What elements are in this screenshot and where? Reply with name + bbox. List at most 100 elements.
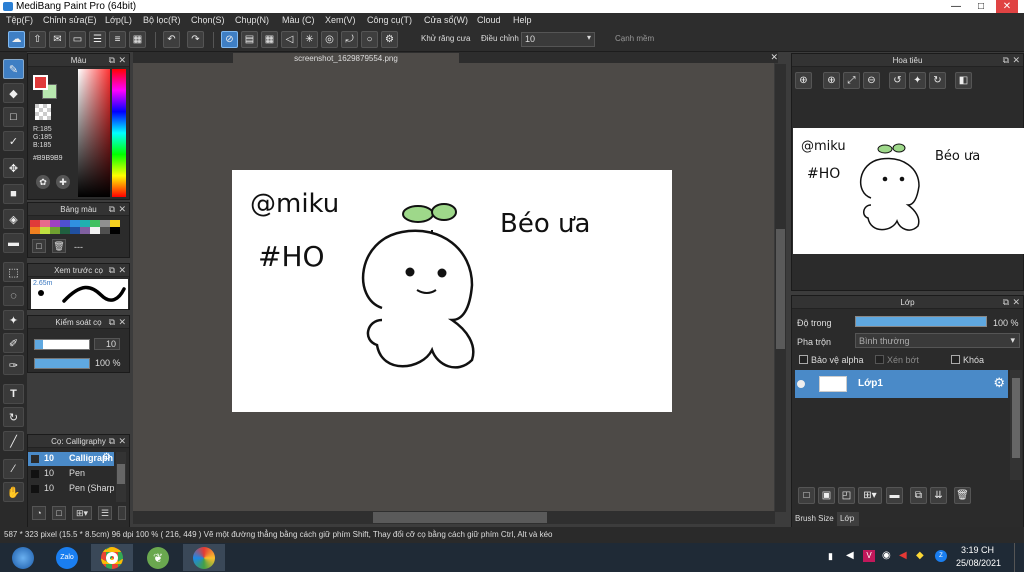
taskbar-app[interactable]: ❦ — [137, 544, 179, 571]
layer-scrollbar[interactable] — [1010, 370, 1022, 480]
brush-list-trash-icon[interactable] — [118, 506, 126, 520]
menu-file[interactable]: Tệp(F) — [6, 13, 33, 28]
brush-item-pen[interactable]: 10 Pen — [28, 467, 114, 481]
move-tool-icon[interactable]: ✥ — [3, 158, 24, 178]
menu-filter[interactable]: Bộ lọc(R) — [143, 13, 181, 28]
brush-opacity-slider[interactable] — [34, 358, 90, 369]
document-icon[interactable]: ☰ — [89, 31, 106, 48]
brush-settings-icon[interactable]: ◔ — [32, 506, 46, 520]
float-icon[interactable]: ⧉ — [109, 203, 115, 216]
close-icon[interactable]: ✕ — [118, 54, 126, 67]
no-snap-icon[interactable]: ⊘ — [221, 31, 238, 48]
brush-size-slider[interactable] — [34, 339, 90, 350]
brush-size-value[interactable]: 10 — [94, 338, 120, 350]
network-icon[interactable]: ◉ — [882, 550, 891, 561]
layer-opacity-slider[interactable] — [855, 316, 987, 327]
folder-icon[interactable]: ▬ — [886, 487, 903, 504]
blend-mode-select[interactable]: Bình thường ▾ — [855, 333, 1020, 348]
ring-snap-icon[interactable]: ○ — [361, 31, 378, 48]
curve-snap-icon[interactable]: ⤾ — [341, 31, 358, 48]
tray-shield-icon[interactable]: ◆ — [916, 550, 924, 561]
list-icon[interactable]: ≡ — [109, 31, 126, 48]
float-icon[interactable]: ⧉ — [109, 316, 115, 329]
close-icon[interactable]: ✕ — [118, 435, 126, 448]
redo-icon[interactable]: ↷ — [187, 31, 204, 48]
close-tab-icon[interactable]: ✕ — [770, 52, 778, 63]
brush-tool-icon[interactable]: ✎ — [3, 59, 24, 79]
clipping-checkbox[interactable] — [875, 355, 884, 364]
float-icon[interactable]: ⧉ — [109, 435, 115, 448]
palette-swatch[interactable] — [60, 227, 70, 234]
trash-icon[interactable]: 🗑 — [52, 239, 66, 253]
palette-swatch[interactable] — [40, 227, 50, 234]
zoom-out-icon[interactable]: ⊖ — [863, 72, 880, 89]
palette-swatch[interactable] — [90, 227, 100, 234]
zoom-in-2-icon[interactable]: ⊕ — [823, 72, 840, 89]
palette-swatch[interactable] — [60, 220, 70, 227]
bucket-tool-icon[interactable]: ◈ — [3, 209, 24, 229]
speaker-icon[interactable]: ◀ — [846, 550, 854, 561]
vertical-scrollbar[interactable] — [775, 64, 786, 512]
share-icon[interactable]: ⇧ — [29, 31, 46, 48]
delete-layer-icon[interactable]: 🗑 — [954, 487, 971, 504]
menu-help[interactable]: Help — [513, 13, 532, 28]
color-wheel-icon[interactable]: ✿ — [36, 175, 50, 189]
menu-capture[interactable]: Chụp(N) — [235, 13, 269, 28]
brush-list-menu-icon[interactable]: ☰ — [98, 506, 112, 520]
maximize-button[interactable]: □ — [970, 0, 992, 13]
palette-swatch[interactable] — [70, 220, 80, 227]
eyedropper-tool-icon[interactable]: ⁄ — [3, 459, 24, 479]
taskbar-zalo[interactable]: Zalo — [46, 544, 88, 571]
float-icon[interactable]: ⧉ — [109, 54, 115, 67]
horizontal-scrollbar[interactable] — [133, 511, 775, 524]
vanishing-snap-icon[interactable]: ◁ — [281, 31, 298, 48]
palette-swatch[interactable] — [100, 227, 110, 234]
cross-snap-icon[interactable]: ▦ — [261, 31, 278, 48]
close-icon[interactable]: ✕ — [118, 264, 126, 277]
radial-snap-icon[interactable]: ✳ — [301, 31, 318, 48]
lock-checkbox[interactable] — [951, 355, 960, 364]
menu-color[interactable]: Màu (C) — [282, 13, 315, 28]
comment-icon[interactable]: ✉ — [49, 31, 66, 48]
grid-icon[interactable]: ▦ — [129, 31, 146, 48]
reset-view-icon[interactable]: ✦ — [909, 72, 926, 89]
magic-wand-tool-icon[interactable]: ✦ — [3, 310, 24, 330]
correction-select[interactable]: 10 ▾ — [521, 32, 595, 47]
shape-tool-icon[interactable]: □ — [3, 107, 24, 127]
palette-swatch[interactable] — [50, 227, 60, 234]
menu-tools[interactable]: Công cụ(T) — [367, 13, 412, 28]
brush-list-scrollbar[interactable] — [116, 452, 126, 502]
main-color-swatch[interactable] — [33, 75, 48, 90]
menu-view[interactable]: Xem(V) — [325, 13, 356, 28]
float-icon[interactable]: ⧉ — [109, 264, 115, 277]
text-box-icon[interactable]: ▭ — [69, 31, 86, 48]
select-eraser-tool-icon[interactable]: ✑ — [3, 355, 24, 375]
palette-swatch[interactable] — [40, 220, 50, 227]
brush-item-pen-sharp[interactable]: 10 Pen (Sharp — [28, 482, 114, 496]
palette-swatch[interactable] — [110, 227, 120, 234]
palette-swatch[interactable] — [110, 220, 120, 227]
protect-alpha-checkbox[interactable] — [799, 355, 808, 364]
fit-icon[interactable]: ⤢ — [843, 72, 860, 89]
menu-cloud[interactable]: Cloud — [477, 13, 501, 28]
palette-swatch[interactable] — [80, 220, 90, 227]
add-brush-icon[interactable]: ⊞▾ — [72, 506, 92, 520]
show-desktop-button[interactable] — [1014, 543, 1024, 572]
palette-swatch[interactable] — [90, 220, 100, 227]
cloud-icon[interactable]: ☁ — [8, 31, 25, 48]
gear-icon[interactable]: ⚙ — [102, 452, 111, 463]
circle-snap-icon[interactable]: ◎ — [321, 31, 338, 48]
tab-brush-size[interactable]: Brush Size — [792, 512, 836, 526]
new-halftone-layer-icon[interactable]: ▣ — [818, 487, 835, 504]
menu-edit[interactable]: Chỉnh sửa(E) — [43, 13, 97, 28]
brush-item-calligraphy[interactable]: 10 Calligraph ⚙ — [28, 452, 114, 466]
transparent-swatch[interactable] — [35, 104, 51, 120]
menu-window[interactable]: Cửa sổ(W) — [424, 13, 468, 28]
select-tool-icon[interactable]: ⬚ — [3, 262, 24, 282]
tray-v-icon[interactable]: V — [863, 550, 875, 562]
taskbar-medibang[interactable] — [183, 544, 225, 571]
palette-swatches[interactable] — [30, 220, 120, 234]
zoom-in-icon[interactable]: ⊕ — [795, 72, 812, 89]
new-8bit-layer-icon[interactable]: ◰ — [838, 487, 855, 504]
menu-select[interactable]: Chọn(S) — [191, 13, 225, 28]
